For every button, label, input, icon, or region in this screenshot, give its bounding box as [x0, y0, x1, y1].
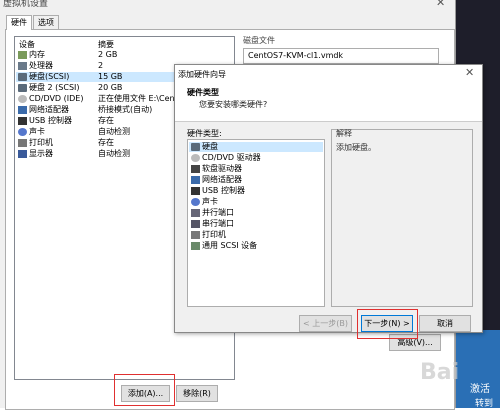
device-name: 硬盘(SCSI): [29, 72, 70, 81]
type-item-printer[interactable]: 打印机: [189, 230, 323, 240]
device-value: 20 GB: [98, 83, 123, 92]
device-column-header: 设备: [19, 40, 35, 49]
type-item-usb[interactable]: USB 控制器: [189, 186, 323, 196]
printer-icon: [18, 139, 27, 147]
device-value: 桥接模式(自动): [98, 105, 153, 114]
serial-port-icon: [191, 220, 200, 228]
sound-icon: [191, 198, 200, 206]
type-item-parallel-port[interactable]: 并行端口: [189, 208, 323, 218]
type-item-cd-dvd[interactable]: CD/DVD 驱动器: [189, 153, 323, 163]
close-icon[interactable]: ✕: [465, 66, 474, 79]
explanation-text: 添加硬盘。: [336, 143, 376, 152]
device-name: USB 控制器: [29, 116, 72, 125]
type-item-label: 硬盘: [202, 142, 218, 151]
summary-column-header: 摘要: [98, 40, 114, 49]
device-name: 声卡: [29, 127, 45, 136]
cancel-button[interactable]: 取消: [419, 315, 471, 332]
type-item-label: 网络适配器: [202, 175, 242, 184]
type-item-floppy[interactable]: 软盘驱动器: [189, 164, 323, 174]
device-name: 显示器: [29, 149, 53, 158]
type-item-label: 通用 SCSI 设备: [202, 241, 258, 250]
type-item-network[interactable]: 网络适配器: [189, 175, 323, 185]
disk-file-field[interactable]: CentOS7-KVM-cl1.vmdk: [243, 48, 439, 64]
floppy-icon: [191, 165, 200, 173]
dialog-title: 虚拟机设置: [3, 0, 49, 9]
wizard-title: 添加硬件向导: [178, 70, 226, 79]
type-item-label: 打印机: [202, 230, 226, 239]
device-value: 存在: [98, 138, 114, 147]
explanation-label: 解释: [336, 129, 352, 138]
cd-dvd-icon: [191, 154, 200, 162]
wizard-subheading: 您要安装哪类硬件?: [199, 100, 268, 109]
hard-disk-icon: [18, 84, 27, 92]
display-icon: [18, 150, 27, 158]
tab-options[interactable]: 选项: [33, 15, 59, 29]
hardware-type-list[interactable]: 硬盘 CD/DVD 驱动器 软盘驱动器 网络适配器 USB 控制器 声卡 并行端…: [187, 139, 325, 307]
desktop-goto-text: 转到: [475, 399, 494, 409]
type-item-label: USB 控制器: [202, 186, 245, 195]
device-name: 打印机: [29, 138, 53, 147]
usb-icon: [18, 117, 27, 125]
watermark-logo: Bai: [420, 360, 460, 385]
network-icon: [191, 176, 200, 184]
highlight-box: [357, 309, 418, 339]
device-value: 15 GB: [98, 72, 123, 81]
device-value: 自动检测: [98, 127, 130, 136]
tab-hardware[interactable]: 硬件: [6, 15, 32, 30]
type-item-label: 并行端口: [202, 208, 234, 217]
device-value: 正在使用文件 E:\CentC: [98, 94, 184, 103]
type-item-label: 声卡: [202, 197, 218, 206]
close-icon[interactable]: ✕: [436, 0, 445, 9]
desktop-activate-text: 激活: [470, 384, 490, 395]
usb-icon: [191, 187, 200, 195]
wizard-heading: 硬件类型: [187, 88, 219, 97]
device-name: 处理器: [29, 61, 53, 70]
hard-disk-icon: [191, 143, 200, 151]
type-item-sound[interactable]: 声卡: [189, 197, 323, 207]
device-name: 硬盘 2 (SCSI): [29, 83, 80, 92]
back-button[interactable]: < 上一步(B): [299, 315, 352, 332]
device-value: 2: [98, 61, 104, 70]
device-value: 存在: [98, 116, 114, 125]
device-value: 自动检测: [98, 149, 130, 158]
type-item-serial-port[interactable]: 串行端口: [189, 219, 323, 229]
device-row-memory[interactable]: 内存 2 GB: [16, 50, 233, 60]
parallel-port-icon: [191, 209, 200, 217]
type-item-label: 软盘驱动器: [202, 164, 242, 173]
device-name: 内存: [29, 50, 45, 59]
type-item-scsi[interactable]: 通用 SCSI 设备: [189, 241, 323, 251]
type-item-hard-disk[interactable]: 硬盘: [189, 142, 323, 152]
hardware-type-label: 硬件类型:: [187, 129, 222, 138]
scsi-icon: [191, 242, 200, 250]
cd-dvd-icon: [18, 95, 27, 103]
sound-icon: [18, 128, 27, 136]
hard-disk-icon: [18, 73, 27, 81]
device-value: 2 GB: [98, 50, 118, 59]
explanation-box: [331, 129, 473, 307]
device-name: 网络适配器: [29, 105, 69, 114]
memory-icon: [18, 51, 27, 59]
network-icon: [18, 106, 27, 114]
device-name: CD/DVD (IDE): [29, 94, 84, 103]
printer-icon: [191, 231, 200, 239]
type-item-label: CD/DVD 驱动器: [202, 153, 261, 162]
cpu-icon: [18, 62, 27, 70]
type-item-label: 串行端口: [202, 219, 234, 228]
remove-button[interactable]: 移除(R): [176, 385, 218, 402]
highlight-box: [114, 374, 175, 406]
disk-file-label: 磁盘文件: [243, 36, 275, 45]
add-hardware-wizard: 添加硬件向导 ✕ 硬件类型 您要安装哪类硬件? 硬件类型: 硬盘 CD/DVD …: [174, 64, 483, 339]
